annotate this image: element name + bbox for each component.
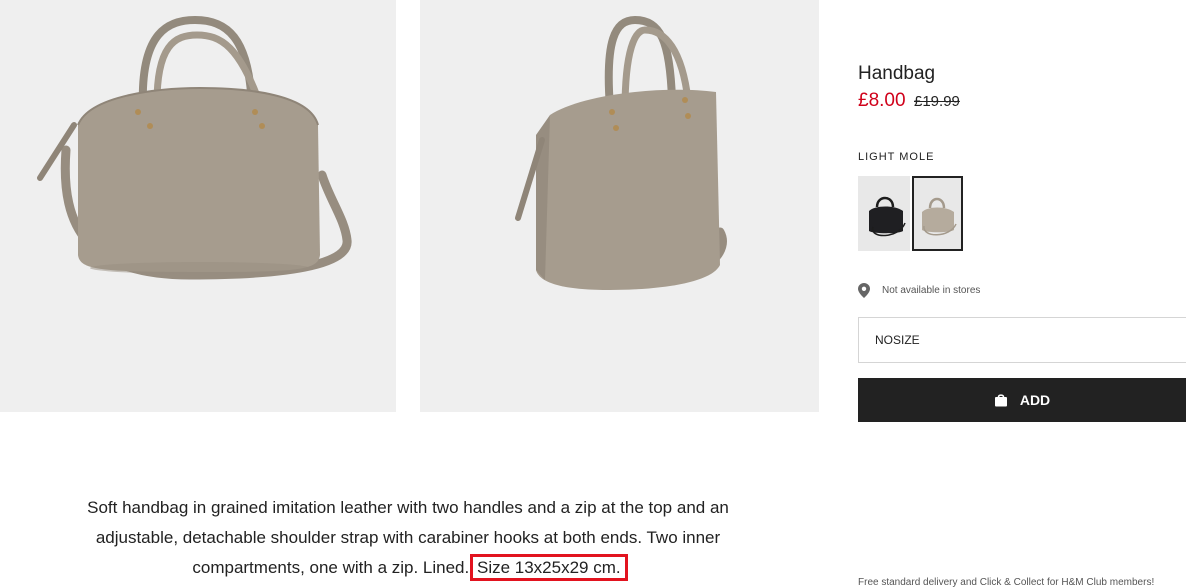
- color-swatch-black[interactable]: [858, 176, 910, 251]
- location-pin-icon: [858, 283, 870, 298]
- original-price: £19.99: [914, 93, 960, 110]
- product-description: Soft handbag in grained imitation leathe…: [64, 493, 752, 583]
- product-image-side[interactable]: [420, 0, 819, 412]
- description-text: Soft handbag in grained imitation leathe…: [87, 498, 729, 577]
- shopping-bag-icon: [994, 394, 1007, 407]
- product-title: Handbag: [858, 63, 936, 84]
- store-availability-text: Not available in stores: [882, 285, 981, 296]
- selected-color-label: LIGHT MOLE: [858, 151, 935, 163]
- sale-price: £8.00: [858, 90, 906, 111]
- add-to-bag-button[interactable]: ADD: [858, 378, 1186, 422]
- black-bag-thumbnail: [869, 196, 906, 237]
- size-selector[interactable]: NOSIZE: [858, 317, 1186, 363]
- store-availability: Not available in stores: [858, 283, 980, 298]
- size-highlight: Size 13x25x29 cm.: [469, 554, 628, 581]
- color-swatch-light-mole[interactable]: [912, 176, 963, 251]
- size-selector-value: NOSIZE: [875, 333, 920, 347]
- mole-bag-thumbnail: [922, 197, 957, 236]
- handbag-side-illustration: [515, 15, 727, 290]
- product-image-front[interactable]: [0, 0, 396, 412]
- handbag-front-illustration: [37, 15, 352, 280]
- price-row: £8.00 £19.99: [858, 90, 960, 112]
- add-button-label: ADD: [1019, 392, 1051, 408]
- delivery-note: Free standard delivery and Click & Colle…: [858, 577, 1155, 588]
